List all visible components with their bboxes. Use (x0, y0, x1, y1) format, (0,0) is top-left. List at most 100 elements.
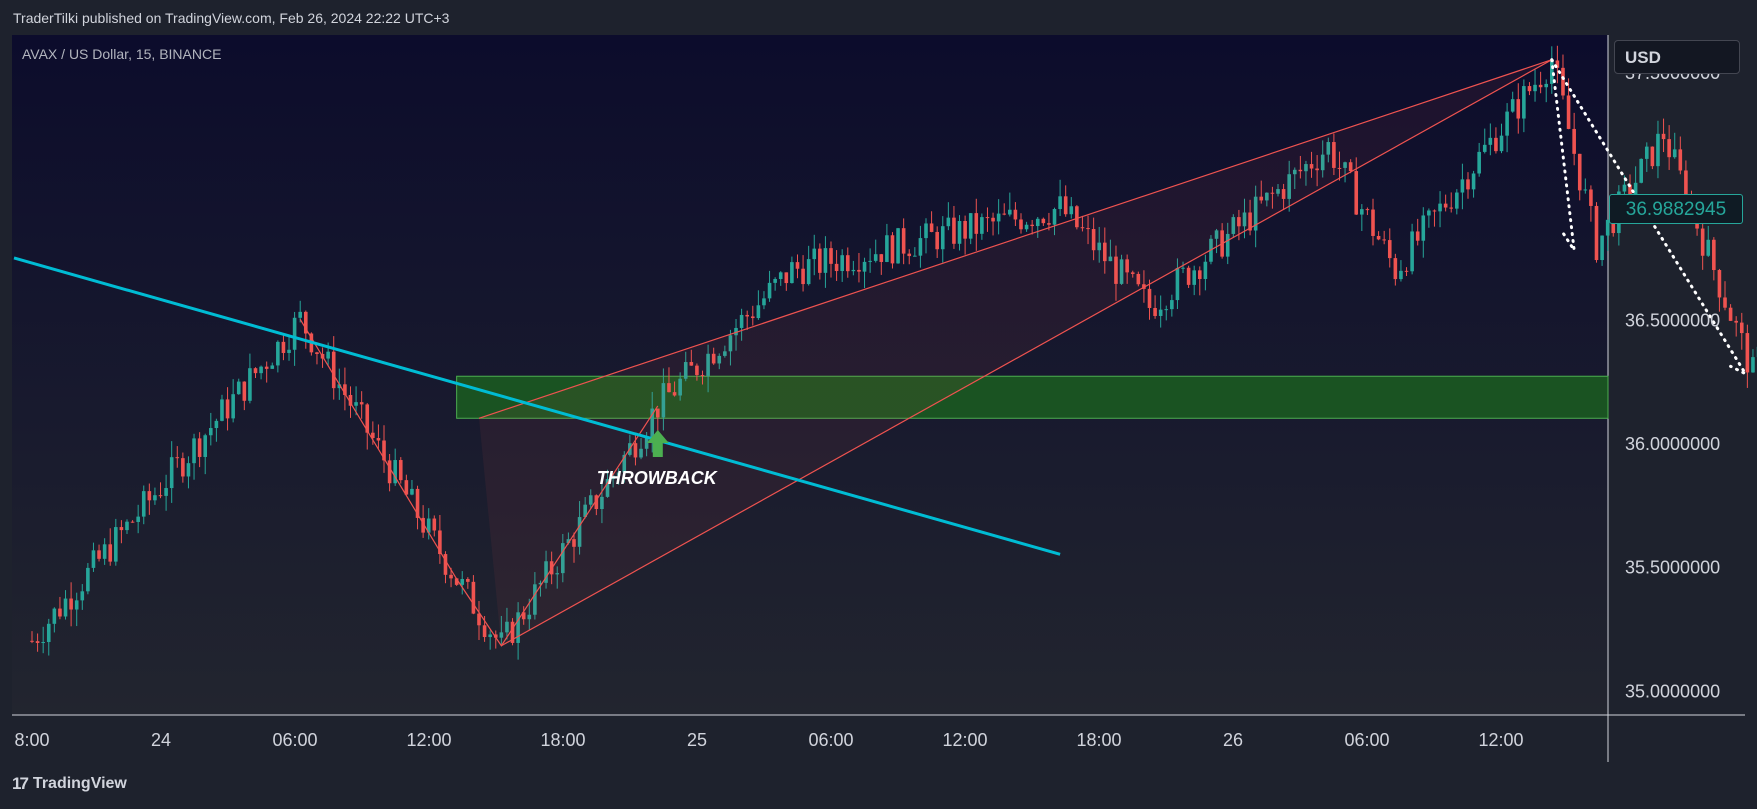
candle-body (52, 608, 57, 624)
y-tick-label: 36.5000000 (1625, 310, 1720, 330)
candle-body (1460, 179, 1465, 193)
candle-body (186, 463, 191, 477)
candle-body (784, 272, 789, 284)
candle-body (1561, 67, 1565, 96)
candle-body (1522, 86, 1526, 119)
candle-body (248, 368, 252, 401)
candle-body (482, 625, 487, 638)
candle-body (443, 554, 448, 575)
candle-body (1041, 218, 1046, 224)
candle-body (1650, 146, 1655, 167)
candle-body (1622, 184, 1627, 192)
candle-body (147, 491, 152, 501)
candle-body (1505, 111, 1509, 136)
candle-body (242, 381, 247, 401)
candle-body (331, 351, 336, 389)
candle-body (1393, 258, 1398, 280)
candle-body (1600, 235, 1604, 261)
candle-body (354, 402, 358, 406)
candle-body (220, 399, 224, 421)
candle-body (924, 223, 928, 239)
candle-body (1717, 270, 1722, 298)
candle-body (1494, 137, 1498, 152)
candle-body (214, 420, 219, 429)
candle-body (1482, 144, 1487, 152)
candle-body (130, 521, 135, 523)
candle-body (1432, 210, 1437, 212)
candle-body (460, 578, 465, 585)
candle-body (298, 311, 302, 318)
candle-body (1192, 270, 1196, 285)
candle-body (1415, 231, 1420, 241)
x-tick-label: 24 (151, 730, 171, 750)
candle-body (63, 598, 68, 617)
candle-body (1566, 95, 1571, 129)
candle-body (1186, 267, 1191, 285)
x-tick-label: 12:00 (942, 730, 987, 750)
y-tick-label: 35.5000000 (1625, 558, 1720, 578)
candle-body (946, 217, 951, 227)
candle-body (158, 495, 163, 497)
x-tick-label: 12:00 (406, 730, 451, 750)
candle-body (963, 220, 967, 239)
tradingview-logo-icon: 17 (12, 774, 29, 793)
candle-body (114, 527, 118, 562)
candle-body (259, 366, 263, 374)
candle-body (879, 254, 884, 262)
candle-body (1572, 128, 1576, 154)
candle-body (74, 600, 79, 610)
candle-body (466, 578, 470, 582)
price-chart[interactable]: THROWBACK37.500000036.500000036.00000003… (0, 0, 1757, 809)
candle-body (1376, 235, 1381, 240)
candle-body (292, 317, 297, 350)
candle-body (164, 488, 168, 496)
candle-body (153, 495, 157, 501)
candle-body (868, 260, 872, 262)
candle-body (1466, 179, 1470, 190)
y-tick-label: 36.0000000 (1625, 434, 1720, 454)
candle-body (929, 223, 934, 232)
currency-button[interactable]: USD (1614, 40, 1740, 74)
candle-body (1360, 209, 1364, 215)
candle-body (1058, 196, 1062, 210)
candle-body (136, 516, 140, 522)
candle-body (449, 574, 453, 579)
candle-body (264, 366, 269, 369)
candle-body (991, 217, 995, 222)
candle-body (968, 213, 973, 239)
candle-body (1656, 133, 1660, 167)
candle-body (276, 341, 280, 366)
candle-body (203, 435, 208, 457)
candle-body (1164, 309, 1169, 311)
candle-body (326, 351, 330, 359)
candle-body (885, 235, 889, 262)
candle-body (108, 544, 113, 562)
candle-body (957, 220, 962, 244)
candle-body (281, 341, 286, 353)
candle-body (376, 438, 381, 441)
candle-body (985, 217, 990, 219)
candle-body (851, 269, 856, 272)
candle-body (1427, 210, 1431, 216)
candle-body (225, 399, 230, 419)
x-tick-label: 06:00 (1344, 730, 1389, 750)
throwback-label: THROWBACK (597, 468, 719, 488)
candle-body (1734, 320, 1738, 323)
x-tick-label: 12:00 (1478, 730, 1523, 750)
candle-body (1371, 209, 1375, 236)
candle-body (1170, 300, 1174, 310)
candle-body (1510, 99, 1515, 112)
candle-body (940, 226, 945, 250)
candle-body (1030, 224, 1034, 227)
candle-body (913, 255, 917, 257)
candle-body (1538, 84, 1543, 88)
candle-body (197, 438, 202, 457)
tradingview-footer[interactable]: 17 TradingView (12, 774, 127, 794)
candle-body (1002, 213, 1007, 215)
candle-body (857, 269, 861, 272)
x-tick-label: 06:00 (808, 730, 853, 750)
candle-body (477, 613, 481, 626)
candle-body (236, 381, 241, 395)
candle-body (1063, 196, 1068, 215)
candle-body (739, 314, 744, 328)
